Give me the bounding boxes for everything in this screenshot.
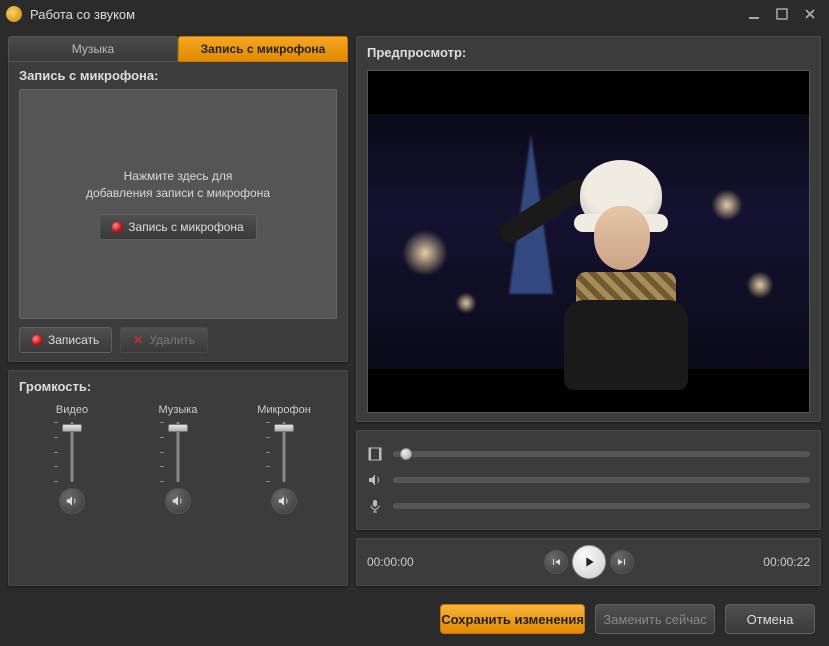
play-button[interactable] [572, 545, 606, 579]
transport-panel: 00:00:00 00:00:22 [356, 538, 821, 586]
preview-header: Предпросмотр: [367, 45, 810, 60]
preview-panel: Предпросмотр: [356, 36, 821, 422]
footer: Сохранить изменения Заменить сейчас Отме… [0, 594, 829, 646]
tab-bar: Музыка Запись с микрофона [8, 36, 348, 62]
volume-panel: Громкость: Видео Музыка [8, 370, 348, 586]
video-track-row [367, 443, 810, 465]
replace-now-button[interactable]: Заменить сейчас [595, 604, 715, 634]
mic-track-row [367, 495, 810, 517]
speaker-icon [367, 472, 385, 488]
save-button[interactable]: Сохранить изменения [440, 604, 585, 634]
close-button[interactable] [801, 7, 819, 21]
window-title: Работа со звуком [30, 7, 745, 22]
app-icon [6, 6, 22, 22]
record-panel: Запись с микрофона: Нажмите здесь для до… [8, 61, 348, 362]
record-from-mic-button[interactable]: Запись с микрофона [99, 214, 256, 240]
volume-panel-header: Громкость: [19, 379, 337, 394]
record-panel-header: Запись с микрофона: [19, 68, 337, 83]
video-track-slider[interactable] [393, 451, 810, 457]
record-dot-icon [32, 335, 42, 345]
volume-video-mute-button[interactable] [59, 488, 85, 514]
tab-mic-record[interactable]: Запись с микрофона [178, 36, 348, 62]
filmstrip-icon [367, 446, 385, 462]
record-button-label: Записать [48, 333, 99, 347]
maximize-button[interactable] [773, 7, 791, 21]
mic-track-slider[interactable] [393, 503, 810, 509]
volume-mic-mute-button[interactable] [271, 488, 297, 514]
minimize-button[interactable] [745, 7, 763, 21]
record-prompt-line1: Нажмите здесь для [86, 168, 270, 185]
next-button[interactable] [610, 550, 634, 574]
tab-music[interactable]: Музыка [8, 36, 178, 62]
audio-track-row [367, 469, 810, 491]
volume-video-slider[interactable] [60, 422, 84, 482]
audio-track-slider[interactable] [393, 477, 810, 483]
record-from-mic-button-label: Запись с микрофона [128, 220, 243, 234]
preview-frame [368, 114, 809, 370]
volume-mic-label: Микрофон [257, 404, 311, 416]
volume-music: Музыка [138, 404, 218, 514]
record-prompt-line2: добавления записи с микрофона [86, 185, 270, 202]
cancel-button[interactable]: Отмена [725, 604, 815, 634]
prev-button[interactable] [544, 550, 568, 574]
delete-x-icon: ✕ [133, 333, 143, 347]
tracks-panel [356, 430, 821, 530]
record-prompt: Нажмите здесь для добавления записи с ми… [86, 168, 270, 202]
microphone-icon [367, 498, 385, 514]
record-canvas: Нажмите здесь для добавления записи с ми… [19, 89, 337, 319]
volume-video: Видео [32, 404, 112, 514]
current-time: 00:00:00 [367, 555, 437, 569]
volume-mic: Микрофон [244, 404, 324, 514]
record-button[interactable]: Записать [19, 327, 112, 353]
total-time: 00:00:22 [740, 555, 810, 569]
preview-area[interactable] [367, 70, 810, 413]
delete-button-label: Удалить [149, 333, 195, 347]
titlebar: Работа со звуком [0, 0, 829, 28]
delete-button[interactable]: ✕ Удалить [120, 327, 208, 353]
volume-music-label: Музыка [159, 404, 198, 416]
volume-music-mute-button[interactable] [165, 488, 191, 514]
volume-music-slider[interactable] [166, 422, 190, 482]
volume-mic-slider[interactable] [272, 422, 296, 482]
record-dot-icon [112, 222, 122, 232]
volume-video-label: Видео [56, 404, 88, 416]
